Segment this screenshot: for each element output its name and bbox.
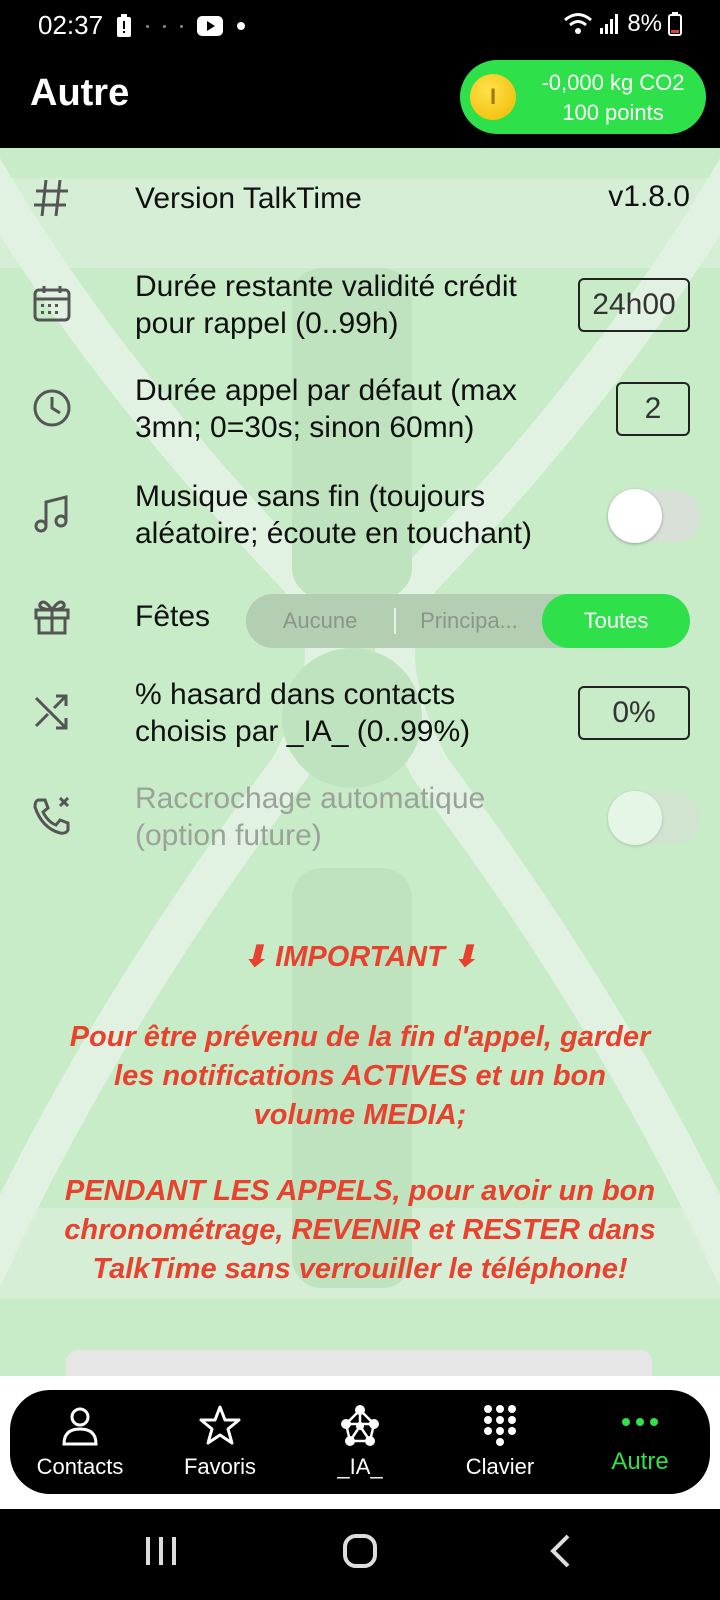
settings-content[interactable]: Version TalkTime v1.8.0 Durée restante v…	[0, 148, 720, 1376]
points-value: 100 points	[562, 100, 664, 125]
auto-hangup-toggle[interactable]	[608, 791, 700, 845]
important-calls-text: PENDANT LES APPELS, pour avoir un bon ch…	[64, 1175, 656, 1285]
battery-percent: 8%	[627, 10, 662, 37]
home-icon[interactable]	[342, 1533, 378, 1569]
app-header: Autre I -0,000 kg CO2 100 points	[0, 52, 720, 148]
nav-ia[interactable]: _IA_	[290, 1390, 430, 1494]
calendar-icon	[33, 286, 71, 322]
holidays-label: Fêtes	[135, 600, 211, 633]
gift-icon	[34, 600, 70, 635]
back-icon[interactable]	[548, 1533, 572, 1569]
credit-label: Durée restante validité crédit pour rapp…	[135, 270, 517, 340]
clock-icon	[33, 389, 71, 427]
holidays-option-all[interactable]: Toutes	[542, 594, 690, 648]
random-percent-input[interactable]: 0%	[578, 686, 690, 740]
important-notifications-text: Pour être prévenu de la fin d'appel, gar…	[69, 1021, 651, 1131]
battery-alert-icon	[117, 14, 131, 37]
notification-dot-icon	[237, 22, 245, 30]
version-row: Version TalkTime v1.8.0	[0, 170, 720, 226]
status-right: 8%	[563, 10, 682, 38]
nav-more[interactable]: Autre	[570, 1390, 710, 1494]
holidays-option-none[interactable]: Aucune	[246, 594, 394, 648]
status-bar: 02:37 8%	[0, 0, 720, 52]
nav-keypad-label: Clavier	[465, 1454, 535, 1479]
nav-favorites[interactable]: Favoris	[150, 1390, 290, 1494]
system-navigation-bar	[0, 1509, 720, 1600]
page-title: Autre	[30, 72, 130, 114]
version-label: Version TalkTime	[135, 182, 362, 215]
nav-more-label: Autre	[611, 1448, 669, 1475]
holidays-option-main[interactable]: Principa...	[396, 594, 542, 648]
ai-network-icon	[341, 1405, 379, 1446]
dialpad-icon	[484, 1405, 516, 1446]
auto-hangup-label: Raccrochage automatique (option future)	[135, 782, 486, 852]
status-left-icons	[116, 12, 245, 40]
nav-ia-label: _IA_	[337, 1454, 383, 1479]
star-icon	[199, 1405, 241, 1445]
auto-hangup-toggle-knob	[608, 791, 662, 845]
holidays-segmented-control: Aucune Principa... Toutes	[246, 594, 690, 648]
call-duration-row: Durée appel par défaut (max 3mn; 0=30s; …	[0, 370, 720, 450]
nav-keypad[interactable]: Clavier	[430, 1390, 570, 1494]
important-title: ⬇ IMPORTANT ⬇	[242, 941, 478, 973]
nav-favorites-label: Favoris	[183, 1454, 257, 1479]
nav-contacts-label: Contacts	[36, 1454, 124, 1479]
credit-validity-row: Durée restante validité crédit pour rapp…	[0, 264, 720, 344]
bottom-navigation: Contacts Favoris _IA_ Clavier Autre	[10, 1390, 710, 1494]
phone-x-icon	[33, 796, 70, 835]
battery-icon	[668, 12, 682, 36]
person-icon	[62, 1407, 98, 1446]
youtube-icon	[197, 16, 223, 36]
coin-icon: I	[470, 74, 516, 120]
hash-icon	[34, 179, 68, 217]
auto-hangup-row: Raccrochage automatique (option future)	[0, 778, 720, 858]
music-toggle[interactable]	[608, 489, 700, 543]
music-toggle-knob	[608, 489, 662, 543]
music-label: Musique sans fin (toujours aléatoire; éc…	[135, 480, 532, 550]
call-duration-label: Durée appel par défaut (max 3mn; 0=30s; …	[135, 374, 517, 444]
endless-music-row: Musique sans fin (toujours aléatoire; éc…	[0, 476, 720, 556]
co2-value: -0,000 kg CO2	[541, 70, 685, 95]
random-percent-row: % hasard dans contacts choisis par _IA_ …	[0, 674, 720, 754]
eco-points-badge[interactable]: I -0,000 kg CO2 100 points	[460, 60, 706, 134]
status-time: 02:37	[38, 10, 104, 40]
version-value: v1.8.0	[608, 180, 690, 213]
music-note-icon	[34, 495, 68, 533]
recent-apps-icon[interactable]	[144, 1533, 178, 1569]
more-dots-icon	[622, 1418, 658, 1426]
call-duration-input[interactable]: 2	[616, 382, 690, 436]
nav-contacts[interactable]: Contacts	[10, 1390, 150, 1494]
shuffle-icon	[34, 694, 68, 730]
credit-hours-input[interactable]: 24h00	[578, 278, 690, 332]
random-label: % hasard dans contacts choisis par _IA_ …	[135, 678, 471, 748]
signal-icon	[600, 14, 619, 34]
wifi-icon	[564, 13, 593, 34]
